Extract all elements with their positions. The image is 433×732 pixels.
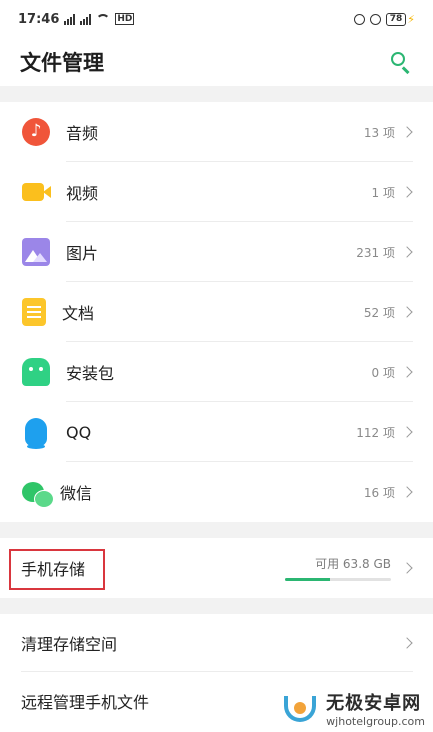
charging-icon: ⚡	[407, 12, 415, 26]
watermark-title: 无极安卓网	[326, 693, 422, 714]
document-icon	[22, 298, 46, 326]
chevron-right-icon	[401, 486, 413, 498]
network-type: HD	[115, 13, 135, 25]
chevron-right-icon	[401, 306, 413, 318]
category-images[interactable]: 图片 231 项	[0, 222, 433, 282]
image-icon	[22, 238, 50, 266]
highlight-box	[9, 549, 105, 590]
category-label: 音频	[66, 124, 99, 143]
storage-progress-fill	[285, 578, 330, 581]
status-bar: 17:46 HD 78 ⚡	[0, 0, 433, 38]
signal-icon	[64, 13, 76, 25]
category-count: 0 项	[371, 365, 395, 380]
watermark-url: wjhotelgroup.com	[326, 715, 425, 728]
category-list: 音频 13 项 视频 1 项 图片 231 项 文档 52 项 安装包 0 项 …	[0, 102, 433, 522]
watermark-text: 无极安卓网 wjhotelgroup.com	[326, 689, 425, 728]
category-wechat[interactable]: 微信 16 项	[0, 462, 433, 522]
storage-available: 可用 63.8 GB	[315, 557, 391, 571]
category-label: 视频	[66, 184, 99, 203]
category-label: 微信	[60, 484, 93, 503]
alarm-icon	[369, 13, 381, 25]
wechat-icon	[22, 482, 54, 508]
clean-storage-item[interactable]: 清理存储空间	[0, 614, 433, 672]
signal-icon-2	[80, 13, 92, 25]
category-audio[interactable]: 音频 13 项	[0, 102, 433, 162]
page-title: 文件管理	[20, 51, 104, 75]
category-count: 52 项	[363, 305, 395, 320]
status-time: 17:46	[18, 11, 60, 27]
category-count: 13 项	[363, 125, 395, 140]
music-icon	[22, 118, 50, 146]
category-count: 16 项	[363, 485, 395, 500]
lock-rotation-icon	[353, 13, 365, 25]
video-icon	[22, 183, 51, 201]
app-header: 文件管理	[0, 38, 433, 86]
wifi-icon	[96, 14, 111, 24]
battery-icon: 78 ⚡	[385, 12, 415, 26]
category-video[interactable]: 视频 1 项	[0, 162, 433, 222]
watermark: 无极安卓网 wjhotelgroup.com	[280, 689, 425, 728]
category-label: 文档	[62, 304, 95, 323]
video-icon-wrap	[22, 178, 51, 206]
category-apk[interactable]: 安装包 0 项	[0, 342, 433, 402]
status-right: 78 ⚡	[353, 12, 415, 26]
category-label: QQ	[66, 422, 92, 442]
chevron-right-icon	[401, 186, 413, 198]
category-count: 231 项	[356, 245, 395, 260]
chevron-right-icon	[401, 426, 413, 438]
category-count: 112 项	[356, 425, 395, 440]
search-icon[interactable]	[389, 50, 413, 74]
chevron-right-icon	[401, 126, 413, 138]
category-count: 1 项	[371, 185, 395, 200]
qq-icon	[25, 418, 47, 449]
category-qq[interactable]: QQ 112 项	[0, 402, 433, 462]
watermark-logo-icon	[280, 692, 320, 726]
category-documents[interactable]: 文档 52 项	[0, 282, 433, 342]
chevron-right-icon	[401, 246, 413, 258]
chevron-right-icon	[401, 366, 413, 378]
tool-label: 清理存储空间	[21, 635, 118, 654]
chevron-right-icon	[401, 562, 413, 574]
category-label: 图片	[66, 244, 99, 263]
battery-level: 78	[385, 12, 407, 26]
android-icon	[22, 358, 50, 386]
storage-progress-bar	[285, 578, 391, 581]
chevron-right-icon	[401, 637, 413, 649]
storage-info: 可用 63.8 GB	[285, 555, 391, 581]
category-label: 安装包	[66, 364, 115, 383]
status-left: 17:46 HD	[18, 11, 135, 27]
